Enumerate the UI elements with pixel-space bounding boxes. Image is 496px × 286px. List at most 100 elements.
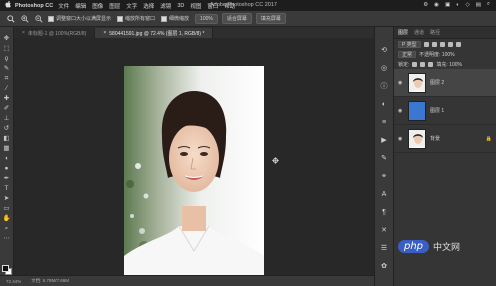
opacity-field[interactable]: 不透明度: 100% xyxy=(419,51,455,58)
paths-icon[interactable]: ✿ xyxy=(379,261,389,271)
scrubby-zoom-checkbox[interactable] xyxy=(161,15,168,22)
hand-tool-icon[interactable]: ✋ xyxy=(2,215,12,224)
stamp-tool-icon[interactable]: ⊥ xyxy=(2,115,12,124)
channels-icon[interactable]: ☰ xyxy=(379,243,389,253)
adjust-filter-icon[interactable] xyxy=(431,41,437,47)
layer-row[interactable]: ◉ 图层 1 xyxy=(394,97,496,125)
document-image[interactable] xyxy=(124,66,264,286)
menu-view[interactable]: 视图 xyxy=(190,2,201,10)
tab-channels[interactable]: 通道 xyxy=(414,29,424,36)
diamond-icon[interactable]: ◇ xyxy=(465,2,469,8)
app-menu[interactable]: Photoshop CC xyxy=(15,3,53,9)
menu-layer[interactable]: 图层 xyxy=(109,2,120,10)
brush-settings-icon[interactable]: ✎ xyxy=(379,153,389,163)
menu-select[interactable]: 选择 xyxy=(143,2,154,10)
eraser-tool-icon[interactable]: ◧ xyxy=(2,135,12,144)
settings-icon[interactable]: ⚙ xyxy=(423,2,428,8)
tab-layers[interactable]: 图层 xyxy=(398,29,408,36)
list-icon[interactable]: ▤ xyxy=(476,2,481,8)
history-brush-icon[interactable]: ↺ xyxy=(2,125,12,134)
zoom-100-button[interactable]: 100% xyxy=(195,13,218,24)
blend-row: 正常 不透明度: 100% xyxy=(394,49,496,59)
type-filter-icon[interactable] xyxy=(439,41,445,47)
menu-edit[interactable]: 编辑 xyxy=(75,2,86,10)
lock-position-icon[interactable] xyxy=(420,61,426,67)
dodge-tool-icon[interactable]: ● xyxy=(2,165,12,174)
fill-field[interactable]: 填充: 100% xyxy=(436,61,462,68)
filter-row: P 类型 xyxy=(394,39,496,49)
foreground-color-swatch[interactable] xyxy=(2,265,9,272)
layer-name[interactable]: 背景 xyxy=(430,135,482,142)
apple-menu-icon[interactable] xyxy=(4,0,12,10)
zoom-all-checkbox[interactable] xyxy=(117,15,124,22)
history-icon[interactable]: ⟲ xyxy=(379,45,389,55)
menu-image[interactable]: 图像 xyxy=(92,2,103,10)
marquee-tool-icon[interactable]: ⬚ xyxy=(2,45,12,54)
tab-paths[interactable]: 路径 xyxy=(430,29,440,36)
lock-label: 锁定: xyxy=(398,61,410,68)
resize-windows-checkbox[interactable] xyxy=(48,15,54,22)
layer-thumbnail xyxy=(408,72,426,93)
healing-tool-icon[interactable]: ✚ xyxy=(2,95,12,104)
layer-name[interactable]: 图层 1 xyxy=(430,107,496,114)
zoom-in-icon[interactable] xyxy=(20,14,30,24)
shape-filter-icon[interactable] xyxy=(447,41,453,47)
paragraph-icon[interactable]: ¶ xyxy=(379,207,389,217)
type-tool-icon[interactable]: T xyxy=(2,185,12,194)
move-tool-icon[interactable]: ✥ xyxy=(2,35,12,44)
record-icon[interactable]: ◉ xyxy=(434,2,439,8)
tools-cross-icon[interactable]: ✕ xyxy=(379,225,389,235)
menu-type[interactable]: 文字 xyxy=(126,2,137,10)
lock-all-icon[interactable] xyxy=(428,61,434,67)
visibility-eye-icon[interactable]: ◉ xyxy=(398,80,404,86)
brush-tool-icon[interactable]: ✐ xyxy=(2,105,12,114)
kind-filter-select[interactable]: P 类型 xyxy=(398,40,421,48)
properties-icon[interactable]: ≡ xyxy=(379,117,389,127)
path-select-tool-icon[interactable]: ➤ xyxy=(2,195,12,204)
adjustments-icon[interactable]: ◐ xyxy=(379,99,389,109)
shape-tool-icon[interactable]: ▭ xyxy=(2,205,12,214)
pen-tool-icon[interactable]: ✒ xyxy=(2,175,12,184)
more-tools-icon[interactable]: ⋯ xyxy=(2,235,12,244)
spotlight-icon[interactable]: ⌕ xyxy=(487,1,490,8)
layer-name[interactable]: 图层 2 xyxy=(430,79,496,86)
crop-tool-icon[interactable]: ⌗ xyxy=(2,75,12,84)
character-icon[interactable]: A xyxy=(379,189,389,199)
navigator-icon[interactable]: ◎ xyxy=(379,63,389,73)
clone-source-icon[interactable]: ⚭ xyxy=(379,171,389,181)
close-tab-icon[interactable]: × xyxy=(103,30,106,36)
lock-pixels-icon[interactable] xyxy=(412,61,418,67)
fill-screen-button[interactable]: 填充屏幕 xyxy=(255,13,286,24)
menu-filter[interactable]: 滤镜 xyxy=(160,2,171,10)
visibility-eye-icon[interactable]: ◉ xyxy=(398,136,404,142)
info-icon[interactable]: ⓘ xyxy=(379,81,389,91)
tab-photo[interactable]: × 580441591.jpg @ 72.4% (图层 1, RGB/8) * xyxy=(95,28,214,38)
blend-mode-select[interactable]: 正常 xyxy=(398,50,417,58)
canvas-area[interactable] xyxy=(14,38,374,286)
menu-3d[interactable]: 3D xyxy=(177,3,184,9)
close-tab-icon[interactable]: × xyxy=(22,30,25,36)
layer-row[interactable]: ◉ 图层 2 xyxy=(394,69,496,97)
lasso-tool-icon[interactable]: ϙ xyxy=(2,55,12,64)
document-size[interactable]: 文档: 6.78M/7.66M xyxy=(31,278,69,284)
actions-icon[interactable]: ▶ xyxy=(379,135,389,145)
layer-thumbnail xyxy=(408,128,426,149)
screen-icon[interactable]: ▣ xyxy=(445,2,450,8)
zoom-level[interactable]: 72.44% xyxy=(6,279,21,284)
display-icon[interactable]: ◐ xyxy=(456,2,459,8)
eyedropper-tool-icon[interactable]: ⁄ xyxy=(2,85,12,94)
blur-tool-icon[interactable]: ◖ xyxy=(2,155,12,164)
window-title: Adobe Photoshop CC 2017 xyxy=(210,2,277,8)
gradient-tool-icon[interactable]: ▦ xyxy=(2,145,12,154)
visibility-eye-icon[interactable]: ◉ xyxy=(398,108,404,114)
quick-select-tool-icon[interactable]: ✎ xyxy=(2,65,12,74)
layer-row[interactable]: ◉ 背景 🔒 xyxy=(394,125,496,153)
zoom-out-icon[interactable] xyxy=(34,14,44,24)
fit-screen-button[interactable]: 适合屏幕 xyxy=(221,13,252,24)
zoom-tool-icon[interactable] xyxy=(6,14,16,24)
menu-file[interactable]: 文件 xyxy=(58,2,69,10)
zoom-tool-sidebar-icon[interactable]: ⌕ xyxy=(2,225,12,234)
pixel-filter-icon[interactable] xyxy=(423,41,429,47)
tab-untitled[interactable]: × 未标题-1 @ 100%(RGB/8) xyxy=(14,28,96,38)
smart-filter-icon[interactable] xyxy=(455,41,461,47)
